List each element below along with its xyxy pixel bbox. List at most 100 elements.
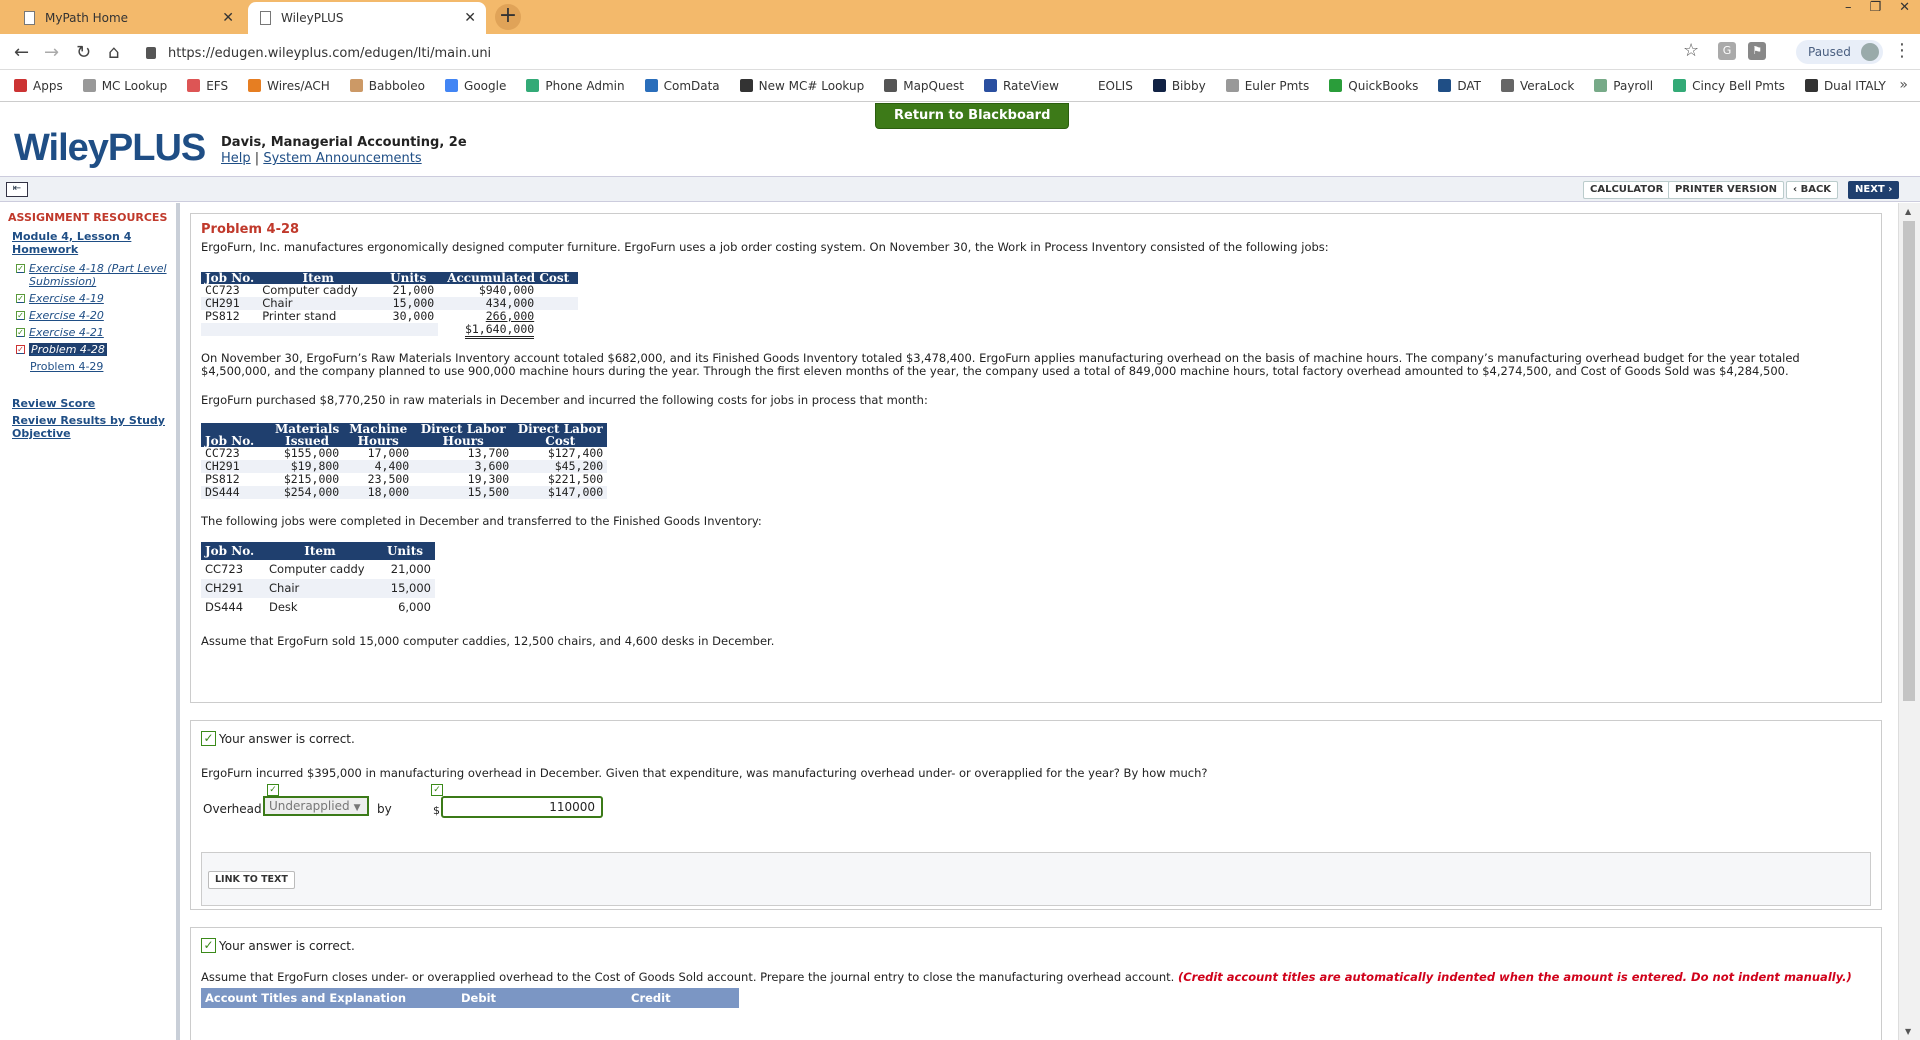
- bookmark-item[interactable]: RateView: [983, 79, 1059, 93]
- bookmark-icon: [1329, 79, 1343, 92]
- new-tab-button[interactable]: +: [495, 4, 521, 30]
- bookmark-icon: [1078, 79, 1092, 92]
- browser-tab-bar: MyPath Home ✕ WileyPLUS ✕ + – ❐ ✕: [0, 0, 1920, 34]
- close-tab-icon[interactable]: ✕: [464, 10, 476, 26]
- bookmark-item[interactable]: DAT: [1438, 79, 1481, 93]
- back-arrow-icon[interactable]: ←: [14, 42, 29, 63]
- scroll-up-icon[interactable]: ▲: [1905, 207, 1911, 216]
- instruction-note: (Credit account titles are automatically…: [1177, 970, 1852, 984]
- checkbox-icon: ✓: [16, 328, 25, 337]
- minimize-icon[interactable]: –: [1845, 0, 1852, 20]
- table-total-row: $1,640,000: [201, 322, 579, 339]
- bookmark-item[interactable]: MC Lookup: [82, 78, 168, 93]
- sidebar-item-exercise-4-20[interactable]: ✓ Exercise 4-20: [16, 309, 176, 322]
- return-to-blackboard-button[interactable]: Return to Blackboard: [875, 103, 1070, 129]
- sidebar-item-problem-4-29[interactable]: Problem 4-29: [30, 360, 176, 373]
- bookmark-item[interactable]: QuickBooks: [1329, 79, 1418, 93]
- bookmark-item[interactable]: EOLIS: [1078, 79, 1133, 93]
- bookmark-item[interactable]: Phone Admin: [526, 79, 625, 93]
- help-link[interactable]: Help: [221, 151, 251, 166]
- scroll-down-icon[interactable]: ▼: [1905, 1027, 1911, 1036]
- bookmark-item[interactable]: Euler Pmts: [1225, 79, 1309, 93]
- bookmark-item[interactable]: Google: [445, 79, 506, 93]
- header-links: Help | System Announcements: [221, 151, 422, 166]
- more-bookmarks-icon[interactable]: »: [1899, 77, 1908, 93]
- bookmark-icon: [884, 79, 898, 92]
- browser-tab-mypath[interactable]: MyPath Home ✕: [12, 2, 244, 34]
- forward-arrow-icon[interactable]: →: [44, 42, 59, 63]
- close-tab-icon[interactable]: ✕: [222, 10, 234, 26]
- checkbox-icon: ✓: [16, 294, 25, 303]
- bookmark-item[interactable]: VeraLock: [1500, 78, 1575, 93]
- browser-menu-icon[interactable]: ⋮: [1893, 40, 1911, 61]
- sidebar-item-exercise-4-21[interactable]: ✓ Exercise 4-21: [16, 326, 176, 339]
- system-announcements-link[interactable]: System Announcements: [263, 151, 421, 166]
- bookmark-item[interactable]: Bibby: [1152, 79, 1206, 93]
- bookmark-item[interactable]: Dual ITALY: [1804, 79, 1886, 93]
- bookmark-item[interactable]: Apps: [14, 79, 63, 93]
- sidebar-item-problem-4-28[interactable]: ✓ Problem 4-28: [16, 343, 176, 356]
- tab-title: WileyPLUS: [281, 11, 344, 25]
- bookmark-icon: [644, 79, 658, 92]
- close-window-icon[interactable]: ✕: [1899, 0, 1910, 20]
- cell: 21,000: [390, 562, 431, 576]
- cell: Desk: [269, 600, 298, 614]
- sidebar-item-exercise-4-18[interactable]: ✓ Exercise 4-18 (Part Level Submission): [16, 262, 176, 288]
- question-text: Assume that ErgoFurn closes under- or ov…: [201, 971, 1871, 984]
- bookmark-item[interactable]: ComData: [644, 79, 720, 93]
- bookmark-item[interactable]: Wires/ACH: [248, 79, 330, 93]
- under-over-select[interactable]: Underapplied ▼: [263, 796, 369, 816]
- bookmark-item[interactable]: EFS: [187, 79, 228, 93]
- browser-tab-wileyplus[interactable]: WileyPLUS ✕: [248, 2, 486, 34]
- bookmark-icon: [349, 79, 363, 92]
- bookmark-label: QuickBooks: [1348, 78, 1419, 93]
- question-1-panel: ✓ Your answer is correct. ErgoFurn incur…: [190, 720, 1882, 910]
- problem-paragraph-2: On November 30, ErgoFurn’s Raw Materials…: [201, 351, 1800, 378]
- extension-flag-icon[interactable]: ⚑: [1748, 42, 1766, 60]
- page-scrollbar[interactable]: ▲ ▼: [1898, 203, 1920, 1040]
- address-bar[interactable]: https://edugen.wileyplus.com/edugen/lti/…: [146, 40, 1686, 66]
- cell: 15,000: [375, 579, 435, 598]
- collapse-sidebar-icon[interactable]: ⇤: [6, 182, 28, 197]
- scrollbar-thumb[interactable]: [1903, 221, 1915, 701]
- sidebar-item-exercise-4-19[interactable]: ✓ Exercise 4-19: [16, 292, 176, 305]
- next-button[interactable]: NEXT ›: [1848, 181, 1900, 199]
- col-header: Credit: [631, 991, 671, 1005]
- bookmark-item[interactable]: New MC# Lookup: [739, 79, 864, 93]
- bookmark-icon: [526, 79, 540, 92]
- extension-g-icon[interactable]: G: [1718, 42, 1736, 60]
- bookmark-item[interactable]: Babboleo: [349, 79, 425, 93]
- sidebar-item-label: Exercise 4-19: [29, 292, 104, 305]
- checkbox-icon: ✓: [16, 264, 25, 273]
- bookmark-label: VeraLock: [1519, 78, 1575, 93]
- link-to-text-button[interactable]: LINK TO TEXT: [208, 871, 295, 889]
- question-text: ErgoFurn incurred $395,000 in manufactur…: [201, 766, 1208, 780]
- tab-title: MyPath Home: [45, 11, 129, 25]
- review-score-link[interactable]: Review Score: [12, 397, 172, 410]
- problem-panel: Problem 4-28 ErgoFurn, Inc. manufactures…: [190, 213, 1882, 703]
- check-icon: ✓: [431, 784, 443, 796]
- bookmark-item[interactable]: Payroll: [1594, 79, 1653, 93]
- bookmark-item[interactable]: MapQuest: [884, 79, 964, 93]
- back-button[interactable]: ‹ BACK: [1786, 181, 1839, 199]
- correct-status: ✓ Your answer is correct.: [201, 731, 1871, 746]
- calculator-button[interactable]: CALCULATOR: [1583, 181, 1671, 199]
- bookmark-label: MC Lookup: [101, 78, 168, 93]
- sidebar-item-label: Exercise 4-20: [29, 309, 104, 322]
- review-results-link[interactable]: Review Results by Study Objective: [12, 414, 172, 440]
- bookmark-item[interactable]: Cincy Bell Pmts: [1673, 79, 1785, 93]
- printer-version-button[interactable]: PRINTER VERSION: [1668, 181, 1785, 199]
- paused-label: Paused: [1808, 45, 1851, 59]
- bookmark-star-icon[interactable]: ☆: [1683, 40, 1699, 61]
- reload-icon[interactable]: ↻: [76, 42, 91, 63]
- restore-icon[interactable]: ❐: [1869, 0, 1881, 20]
- overhead-amount-input[interactable]: [441, 796, 603, 818]
- profile-paused-button[interactable]: Paused: [1796, 40, 1883, 64]
- home-icon[interactable]: ⌂: [108, 42, 119, 63]
- bookmark-icon: [1225, 79, 1239, 92]
- cell: 30,000: [392, 309, 435, 323]
- cell: CC723: [205, 562, 244, 576]
- table-row: CH291 Chair 15,000: [201, 579, 435, 598]
- problem-paragraph-3: ErgoFurn purchased $8,770,250 in raw mat…: [201, 393, 928, 407]
- module-link[interactable]: Module 4, Lesson 4 Homework: [12, 230, 162, 256]
